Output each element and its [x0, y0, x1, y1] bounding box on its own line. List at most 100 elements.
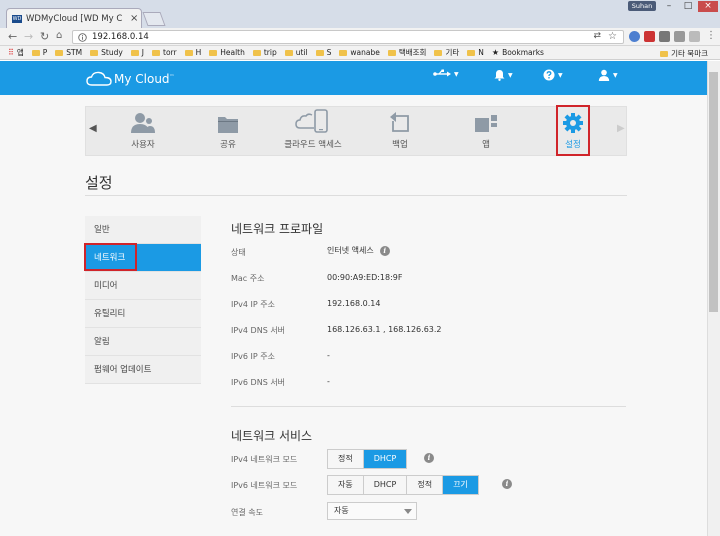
ipv6-mode-toggle: 자동 DHCP 정적 끄기: [327, 475, 479, 495]
info-icon[interactable]: i: [424, 453, 434, 463]
back-icon[interactable]: ←: [8, 30, 17, 43]
bookmark-item[interactable]: Study: [90, 48, 123, 57]
label-status: 상태: [231, 248, 246, 257]
extension-icon[interactable]: [629, 31, 640, 42]
tab-title: WDMyCloud [WD My C: [26, 13, 123, 24]
extension-icon[interactable]: [689, 31, 700, 42]
bookmark-star-icon[interactable]: ☆: [608, 31, 617, 42]
ipv6-mode-off[interactable]: 끄기: [443, 476, 478, 494]
sidebar-item-general[interactable]: 일반: [85, 216, 201, 244]
account-menu[interactable]: ▼: [598, 69, 618, 81]
sidebar-item-utilities[interactable]: 유틸리티: [85, 300, 201, 328]
bookmark-item[interactable]: ⠿ 앱: [8, 47, 24, 58]
folder-icon: [315, 49, 324, 56]
folder-icon: [387, 49, 396, 56]
minimize-icon[interactable]: –: [660, 1, 678, 12]
ipv4-mode-dhcp[interactable]: DHCP: [363, 450, 407, 468]
notifications-menu[interactable]: ▼: [494, 69, 513, 81]
sidebar-item-firmware-update[interactable]: 펌웨어 업데이트: [85, 356, 201, 384]
brand-title: My Cloud™: [114, 72, 175, 86]
home-icon[interactable]: ⌂: [56, 30, 62, 41]
forward-icon[interactable]: →: [24, 30, 33, 43]
ipv6-mode-auto[interactable]: 자동: [328, 476, 364, 494]
user-icon: [598, 69, 610, 81]
tab-close-icon[interactable]: ×: [130, 13, 138, 24]
profile-button[interactable]: Suhan: [628, 1, 656, 11]
other-bookmarks[interactable]: 기타 북마크: [660, 48, 708, 59]
ipv6-mode-static[interactable]: 정적: [407, 476, 444, 494]
bookmark-item[interactable]: J: [130, 48, 144, 57]
extension-icon[interactable]: [674, 31, 685, 42]
value-ipv6-address: -: [327, 351, 330, 360]
maximize-icon[interactable]: □: [679, 1, 697, 12]
value-ipv6-dns: -: [327, 377, 330, 386]
value-ipv4-address: 192.168.0.14: [327, 299, 381, 308]
label-mac-address: Mac 주소: [231, 274, 265, 283]
bookmark-item[interactable]: torr: [152, 48, 177, 57]
sidebar-item-notifications[interactable]: 알림: [85, 328, 201, 356]
bookmark-item[interactable]: 기타: [434, 47, 459, 58]
folder-icon: [209, 49, 218, 56]
bookmark-item[interactable]: 택배조회: [387, 47, 426, 58]
label-ipv6-address: IPv6 IP 주소: [231, 352, 275, 361]
translate-icon[interactable]: ⇄: [593, 31, 601, 41]
bookmark-item[interactable]: Health: [209, 48, 245, 57]
star-icon: ★: [491, 48, 500, 57]
label-link-speed: 연결 속도: [231, 508, 263, 517]
extension-icon[interactable]: [644, 31, 655, 42]
info-icon[interactable]: i: [379, 245, 390, 256]
value-status: 인터넷 액세스 i: [327, 245, 390, 256]
divider: [231, 406, 626, 407]
bookmark-item[interactable]: P: [31, 48, 47, 57]
bookmark-item[interactable]: wanabe: [339, 48, 380, 57]
ipv4-mode-static[interactable]: 정적: [328, 450, 364, 468]
folder-icon: [467, 49, 476, 56]
help-menu[interactable]: ▼: [543, 69, 563, 81]
reload-icon[interactable]: ↻: [40, 30, 49, 43]
bookmark-item[interactable]: N: [467, 48, 484, 57]
cloud-logo-icon: [86, 71, 112, 86]
folder-icon: [218, 117, 238, 133]
category-shares[interactable]: 공유: [193, 108, 263, 154]
chevron-down-icon: ▼: [558, 71, 563, 79]
folder-icon: [55, 49, 64, 56]
section-title-network-services: 네트워크 서비스: [231, 429, 313, 443]
category-apps[interactable]: 앱: [451, 108, 521, 154]
section-title-network-profile: 네트워크 프로파일: [231, 222, 324, 236]
label-ipv4-address: IPv4 IP 주소: [231, 300, 275, 309]
bookmark-item[interactable]: ★ Bookmarks: [492, 48, 544, 57]
chevron-down-icon: ▼: [454, 70, 459, 78]
users-icon: [131, 113, 155, 133]
bookmark-item[interactable]: util: [284, 48, 308, 57]
extension-icon[interactable]: [659, 31, 670, 42]
category-backup[interactable]: 백업: [365, 108, 435, 154]
highlight-box-network: [84, 243, 137, 271]
link-speed-select[interactable]: 자동: [327, 502, 417, 520]
apps-icon: [475, 115, 497, 132]
folder-icon: [660, 50, 669, 57]
chevron-down-icon: ▼: [508, 71, 513, 79]
info-icon[interactable]: i: [502, 479, 512, 489]
category-users[interactable]: 사용자: [108, 108, 178, 154]
bookmark-item[interactable]: STM: [55, 48, 82, 57]
usb-menu[interactable]: ▼: [433, 69, 459, 79]
bookmark-item[interactable]: S: [315, 48, 331, 57]
sidebar-item-media[interactable]: 미디어: [85, 272, 201, 300]
address-bar[interactable]: 192.168.0.14 ⇄ ☆: [72, 30, 624, 44]
ipv4-mode-toggle: 정적 DHCP: [327, 449, 408, 469]
bookmark-item[interactable]: H: [184, 48, 201, 57]
bookmarks-bar: ⠿ 앱 P STM Study Jtorr H Health trip util Swanabe 택배…: [0, 46, 720, 60]
ipv6-mode-dhcp[interactable]: DHCP: [363, 476, 408, 494]
folder-icon: [90, 49, 99, 56]
value-mac-address: 00:90:A9:ED:18:9F: [327, 273, 403, 282]
nav-prev-icon[interactable]: ◀: [89, 123, 97, 134]
page-title: 설정: [85, 174, 113, 192]
bookmark-item[interactable]: trip: [252, 48, 277, 57]
scrollbar-thumb[interactable]: [709, 72, 718, 312]
category-cloud-access[interactable]: 클라우드 액세스: [278, 108, 348, 154]
menu-icon[interactable]: ⋮: [706, 30, 716, 41]
folder-icon: [434, 49, 443, 56]
nav-next-icon[interactable]: ▶: [617, 123, 625, 134]
close-window-icon[interactable]: ×: [698, 1, 718, 12]
browser-tab[interactable]: WD WDMyCloud [WD My C ×: [6, 8, 142, 28]
